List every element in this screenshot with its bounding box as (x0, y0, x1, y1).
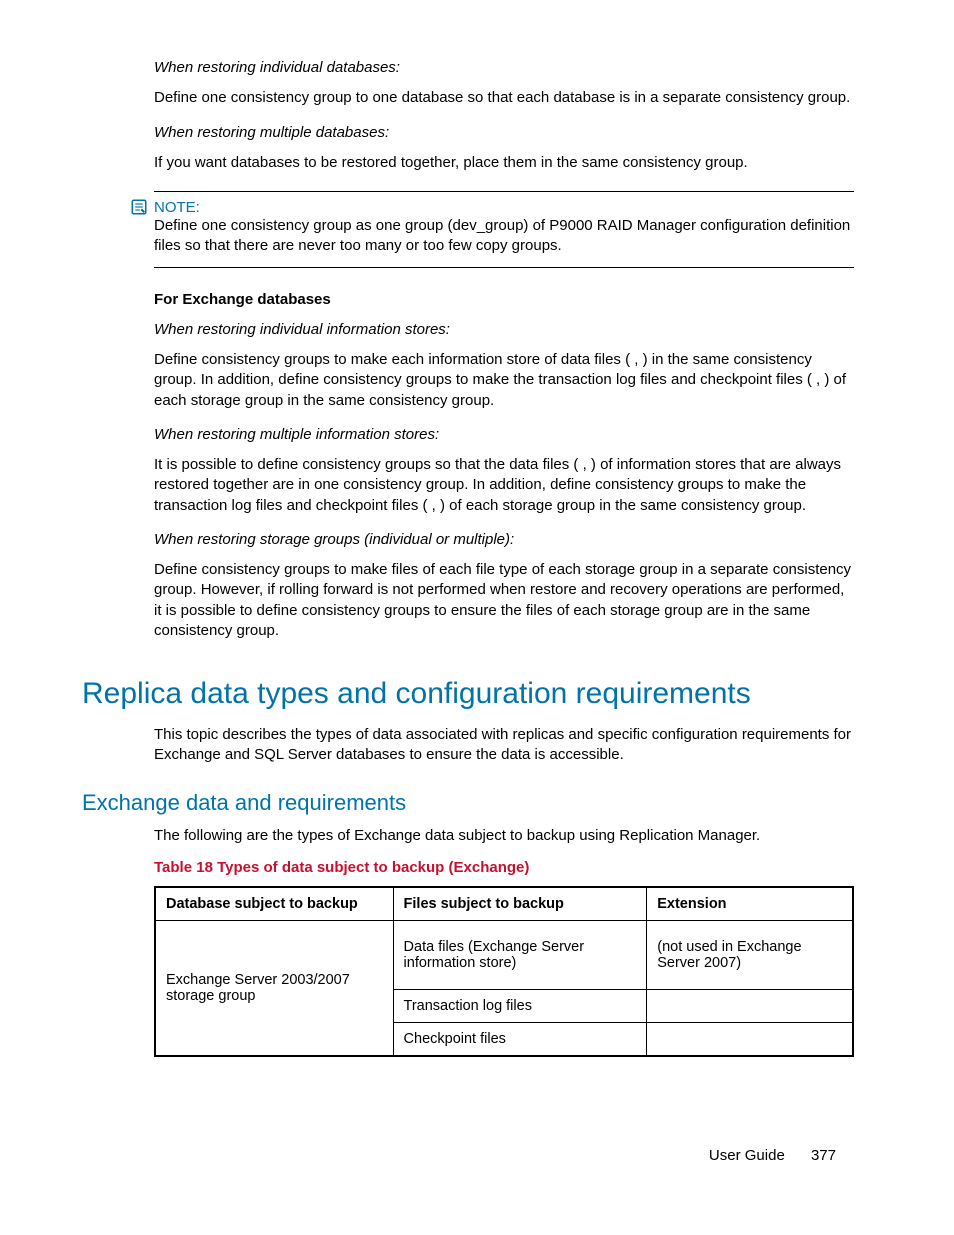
cell-database: Exchange Server 2003/2007 storage group (155, 921, 393, 1057)
note-header: NOTE: (130, 198, 854, 216)
cell-ext-data: (not used in Exchange Server 2007) (647, 921, 853, 990)
heading-individual-stores: When restoring individual information st… (154, 320, 854, 340)
heading-exchange-db: For Exchange databases (154, 290, 854, 310)
heading-multiple-stores: When restoring multiple information stor… (154, 425, 854, 445)
heading-restore-individual-db: When restoring individual databases: (154, 58, 854, 78)
document-page: When restoring individual databases: Def… (0, 0, 954, 1164)
sub-heading-exchange: Exchange data and requirements (82, 790, 854, 816)
footer-page-number: 377 (811, 1147, 836, 1164)
section-db-restore: When restoring individual databases: Def… (154, 58, 854, 173)
text-restore-multiple-db: If you want databases to be restored tog… (154, 153, 854, 173)
cell-files-transaction: Transaction log files (393, 990, 647, 1023)
th-files: Files subject to backup (393, 887, 647, 921)
section-exchange-db: For Exchange databases When restoring in… (154, 290, 854, 642)
cell-files-data: Data files (Exchange Server information … (393, 921, 647, 990)
note-text: Define one consistency group as one grou… (154, 216, 854, 257)
text-storage-groups: Define consistency groups to make files … (154, 560, 854, 641)
cell-files-checkpoint: Checkpoint files (393, 1023, 647, 1057)
note-divider-bottom (154, 267, 854, 268)
cell-ext-transaction (647, 990, 853, 1023)
text-restore-individual-db: Define one consistency group to one data… (154, 88, 854, 108)
sub-intro-text: The following are the types of Exchange … (154, 826, 854, 846)
heading-restore-multiple-db: When restoring multiple databases: (154, 123, 854, 143)
table-row: Exchange Server 2003/2007 storage group … (155, 921, 853, 990)
footer-label: User Guide (709, 1147, 785, 1164)
page-footer: User Guide 377 (82, 1147, 854, 1164)
text-individual-stores: Define consistency groups to make each i… (154, 350, 854, 411)
main-intro-text: This topic describes the types of data a… (154, 725, 854, 766)
table-backup-types: Database subject to backup Files subject… (154, 886, 854, 1057)
table-header-row: Database subject to backup Files subject… (155, 887, 853, 921)
note-label: NOTE: (154, 199, 200, 216)
note-divider-top (154, 191, 854, 192)
note-block: NOTE: Define one consistency group as on… (82, 191, 854, 268)
page-title: Replica data types and configuration req… (82, 677, 854, 711)
note-icon (130, 198, 148, 216)
cell-ext-checkpoint (647, 1023, 853, 1057)
heading-storage-groups: When restoring storage groups (individua… (154, 530, 854, 550)
table-caption: Table 18 Types of data subject to backup… (154, 858, 854, 878)
th-database: Database subject to backup (155, 887, 393, 921)
text-multiple-stores: It is possible to define consistency gro… (154, 455, 854, 516)
th-extension: Extension (647, 887, 853, 921)
